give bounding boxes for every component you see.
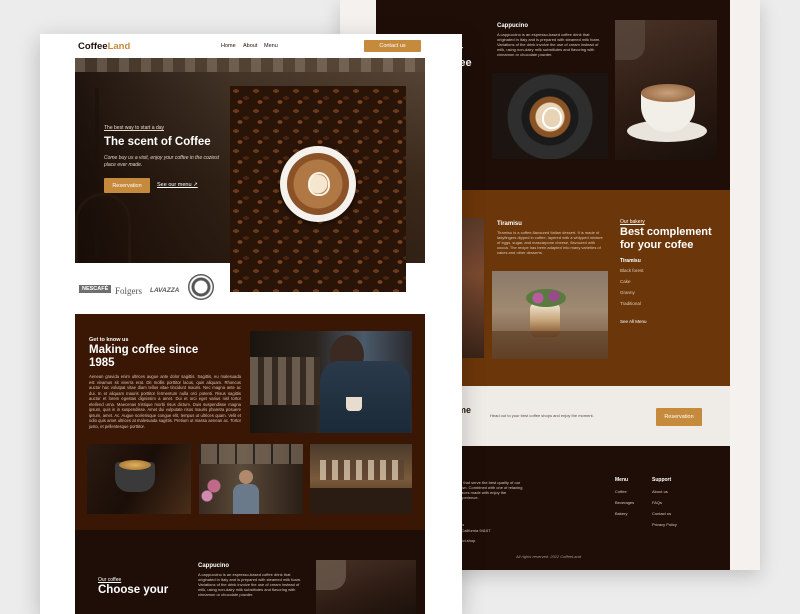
cafe-interior-photo [310,444,412,514]
bakery-item-black-forest[interactable]: Black forest [620,268,644,273]
starbucks-logo-icon [188,274,214,300]
bakery-title: Best complement for your cofee [620,226,712,251]
cappucino-description: A cappuccino is an espresso-based coffee… [497,32,601,57]
tiramisu-description: Tiramisu is a coffee-flavoured Italian d… [497,230,603,255]
espresso-cup-photo [87,444,191,514]
hero-reservation-button[interactable]: Reservation [104,178,150,193]
latte-heart [542,107,562,129]
about-body: Aenean gravida enim ultrices augue ante … [89,374,241,429]
bakery-item-traditional[interactable]: Traditional [620,301,641,306]
nav-home[interactable]: Home [221,43,236,49]
footer-support-privacy[interactable]: Privacy Policy [652,522,677,527]
footer-menu-bakery[interactable]: Bakery [615,511,627,516]
brand-logo[interactable]: CoffeeLand [78,41,130,52]
cafe-customer-photo [199,444,303,514]
brand-nescafe-logo: NESCAFÉ [79,285,112,293]
brand-lavazza-logo: LAVAZZA [150,287,180,294]
hero-subtitle: Come buy us a visit, enjoy your coffee i… [104,155,220,168]
nav-about[interactable]: About [243,43,257,49]
footer-about-text: lfe that serve the best quality of our t… [458,480,523,500]
hero-eyebrow: The best way to start a day [104,125,165,131]
bakery-kicker: Our bakery [620,219,645,225]
favorites-kicker: Our coffee [98,577,122,583]
favorites-title: Choose your [98,584,169,596]
footer-menu-coffee[interactable]: Coffee [615,489,627,494]
coffee-beans-photo [230,86,406,292]
cta-text: Head out to your best coffee shops and e… [490,413,594,418]
footer-menu-title: Menu [615,477,629,483]
footer-support-faqs[interactable]: FAQs [652,500,662,505]
tiramisu-photo [492,271,608,359]
see-all-menu-link[interactable]: See All Menu [620,319,647,324]
footer-support-about[interactable]: About us [652,489,668,494]
nav-menu[interactable]: Menu [264,43,278,49]
hero-title: The scent of Coffee [104,136,211,148]
about-kicker: Get to know us [89,337,129,343]
bakery-item-tiramisu[interactable]: Tiramisu [620,258,641,264]
footer-support-contact[interactable]: Contact us [652,511,671,516]
front-page-mockup: CoffeeLand Home About Menu Contact us Th… [40,34,462,614]
cappuccino-cup-photo [615,20,717,160]
cappucino-title: Cappucino [497,23,528,29]
bakery-item-granny[interactable]: Granny [620,290,635,295]
front-cappucino-title: Cappucino [198,563,229,569]
hero-see-menu-link[interactable]: See our menu ↗ [157,182,198,188]
footer-address: t, California 94107 [458,528,491,533]
bakery-item-cake[interactable]: Cake [620,279,631,284]
cta-reservation-button[interactable]: Reservation [656,408,702,426]
tiramisu-title: Tiramisu [497,221,522,227]
front-cappuccino-photo [316,560,416,614]
footer-support-title: Support [652,477,672,483]
footer-copyright: All rights reserved. 2022 CoffeeLand [516,554,581,559]
front-cappucino-description: A cappuccino is an espresso-based coffee… [198,572,302,597]
contact-us-button[interactable]: Contact us [364,40,421,52]
latte-art-photo [492,73,608,159]
brand-folgers-logo: Folgers [115,286,142,296]
footer-menu-beverages[interactable]: Beverages [615,500,634,505]
about-title: Making coffee since 1985 [89,344,199,369]
bakery-photo-partial [460,218,484,358]
barista-pouring-photo [250,331,412,433]
